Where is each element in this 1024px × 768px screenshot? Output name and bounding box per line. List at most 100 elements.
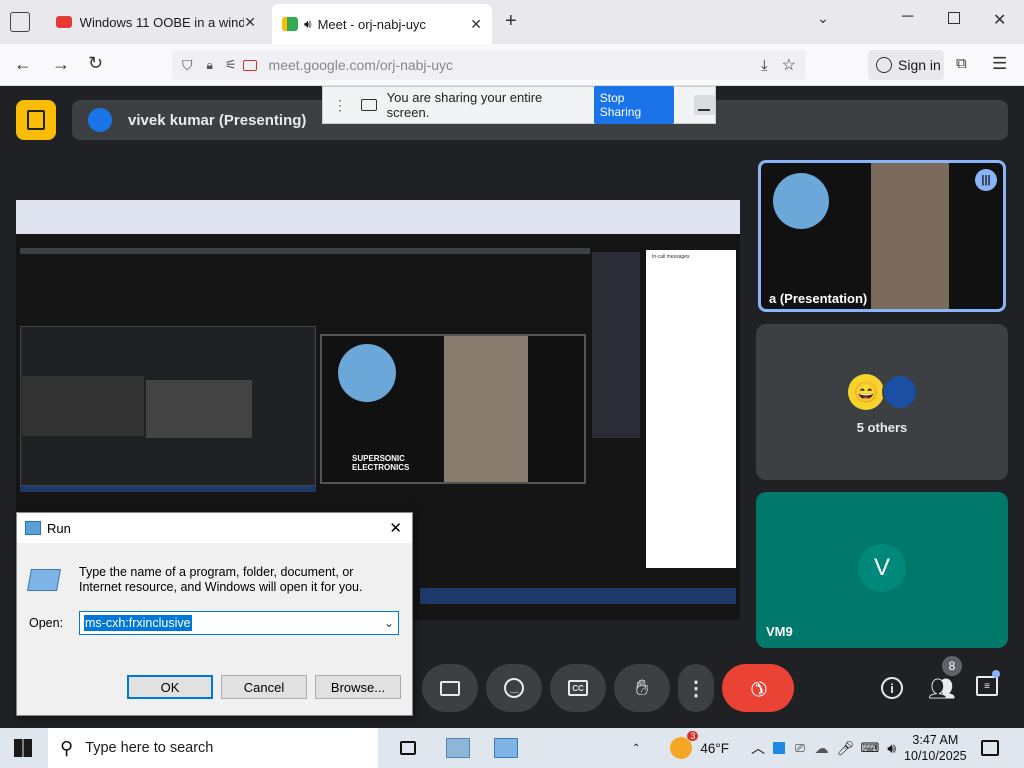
tab-meet[interactable]: 🔊︎ Meet - orj-nabj-uyc ✕ (272, 4, 492, 44)
stop-sharing-button[interactable]: Stop Sharing (593, 86, 674, 124)
avatar (338, 344, 396, 402)
taskbar-app-icon[interactable] (494, 738, 518, 758)
avatar (88, 108, 112, 132)
ok-label: OK (160, 679, 180, 695)
url-domain: meet.google.com (268, 57, 376, 73)
chevron-up-down-icon[interactable]: ⌃ (632, 743, 640, 754)
chevron-up-icon[interactable]: ︿ (751, 738, 765, 758)
maximize-icon[interactable] (948, 12, 960, 24)
people-icon[interactable]: 👥︎ (928, 676, 956, 702)
clock[interactable]: 3:47 AM 10/10/2025 (904, 732, 967, 764)
hide-banner-button[interactable] (693, 95, 715, 115)
share-banner: ⋮ You are sharing your entire screen. St… (322, 86, 716, 124)
close-icon[interactable]: ✕ (244, 14, 256, 31)
tile-others[interactable]: 😄 5 others (756, 324, 1008, 480)
browse-label: Browse... (330, 679, 386, 695)
drag-handle-icon[interactable]: ⋮ (333, 97, 347, 114)
weather-temp[interactable]: 46°F (700, 741, 729, 756)
captions-icon: CC (568, 680, 588, 696)
tab-overview-icon[interactable] (10, 12, 30, 32)
present-screen-icon (440, 680, 460, 696)
run-dialog: Run ✕ Type the name of a program, folder… (16, 512, 413, 716)
sign-in-label: Sign in (898, 57, 941, 73)
back-icon[interactable]: ← (14, 54, 32, 75)
browse-button[interactable]: Browse... (315, 675, 401, 699)
chevron-down-icon[interactable]: ⌄ (817, 10, 829, 27)
run-description: Type the name of a program, folder, docu… (79, 565, 363, 594)
url-field[interactable]: ⛉ 🔒︎ ⚟ meet.google.com/orj-nabj-uyc ⤓ ☆ (172, 50, 806, 80)
meet-now-icon[interactable]: ⎚ (795, 741, 805, 756)
reload-icon[interactable]: ↻ (88, 53, 103, 74)
run-title: Run (47, 520, 71, 536)
shared-video-thumb: SUPERSONIC ELECTRONICS (320, 334, 586, 484)
close-icon[interactable]: ✕ (389, 519, 402, 537)
meet-icon (282, 17, 298, 31)
close-icon[interactable]: ✕ (470, 16, 482, 33)
speaking-indicator-icon: ||| (975, 169, 997, 191)
more-vert-icon: ⋮ (686, 677, 706, 700)
raise-hand-button[interactable]: ✋︎ (614, 664, 670, 712)
taskbar-search[interactable]: ⚲ Type here to search (48, 728, 378, 768)
forward-icon[interactable]: → (52, 54, 70, 75)
cloud-icon[interactable]: ☁ (815, 740, 829, 757)
tile-vm9[interactable]: V VM9 (756, 492, 1008, 648)
save-page-icon[interactable]: ⤓ (761, 57, 768, 74)
emoji-avatar-icon: 😄 (848, 374, 884, 410)
account-icon (876, 57, 892, 73)
run-title-bar[interactable]: Run ✕ (17, 513, 412, 543)
meet-logo-icon (16, 100, 56, 140)
chevron-down-icon[interactable]: ⌄ (384, 616, 394, 630)
cancel-label: Cancel (243, 679, 285, 695)
avatar (882, 374, 918, 410)
tile-label: 5 others (856, 420, 908, 435)
permissions-icon[interactable]: ⚟ (225, 57, 237, 73)
tile-label: VM9 (766, 624, 793, 639)
microphone-icon[interactable]: 🎤︎ (837, 740, 855, 757)
cancel-button[interactable]: Cancel (221, 675, 307, 699)
volume-icon[interactable]: 🔊︎ (887, 740, 896, 757)
leave-call-button[interactable]: ✆ (722, 664, 794, 712)
open-input[interactable]: ms-cxh:frxinclusive (84, 615, 192, 631)
more-options-button[interactable]: ⋮ (678, 664, 714, 712)
shared-video-caption: SUPERSONIC ELECTRONICS (352, 454, 410, 472)
taskbar-app-icon[interactable] (446, 738, 470, 758)
weather-icon: 3 (670, 731, 699, 759)
chat-title: In-call messages (652, 254, 690, 260)
task-view-icon[interactable] (400, 741, 416, 755)
sign-in-button[interactable]: Sign in (868, 50, 944, 80)
captions-button[interactable]: CC (550, 664, 606, 712)
close-window-icon[interactable]: ✕ (993, 10, 1006, 30)
info-icon[interactable]: i (881, 677, 903, 699)
search-icon: ⚲ (60, 737, 74, 758)
avatar: V (858, 544, 906, 592)
chat-icon[interactable]: ≡ (976, 676, 998, 696)
end-call-icon: ✆ (743, 673, 772, 702)
bookmark-star-icon[interactable]: ☆ (782, 55, 796, 75)
network-icon[interactable]: ⌨ (860, 740, 879, 756)
tray-app-icon[interactable] (773, 742, 786, 754)
ok-button[interactable]: OK (127, 675, 213, 699)
open-combobox[interactable]: ms-cxh:frxinclusive ⌄ (79, 611, 399, 635)
tab-label: Meet - orj-nabj-uyc (317, 16, 426, 32)
taskbar: ⚲ Type here to search ⌃ 3 46°F ︿ ⎚ ☁ 🎤︎ … (0, 728, 1024, 768)
avatar (773, 173, 829, 229)
tab-label: Windows 11 OOBE in a window (79, 14, 245, 30)
reactions-button[interactable]: ‿ (486, 664, 542, 712)
lock-icon: 🔒︎ (206, 57, 213, 72)
clock-date: 10/10/2025 (904, 749, 967, 763)
tab-windows-oobe[interactable]: Windows 11 OOBE in a window ✕ (46, 6, 266, 38)
menu-icon[interactable]: ☰ (992, 54, 1007, 74)
navigation-bar: ← → ↻ ⛉ 🔒︎ ⚟ meet.google.com/orj-nabj-uy… (0, 44, 1024, 86)
tile-presentation[interactable]: ||| a (Presentation) (758, 160, 1006, 312)
new-tab-icon[interactable]: + (505, 10, 517, 33)
notifications-icon[interactable] (980, 740, 999, 756)
weather-badge: 3 (687, 731, 699, 741)
present-button[interactable] (422, 664, 478, 712)
windows-start-icon[interactable] (14, 739, 32, 757)
search-placeholder: Type here to search (85, 740, 214, 756)
open-label: Open: (29, 616, 64, 630)
minimize-icon[interactable]: ─ (902, 8, 913, 26)
clock-time: 3:47 AM (912, 733, 959, 747)
avatar-initial: V (873, 554, 890, 581)
extensions-icon[interactable]: ⧉ (956, 55, 967, 72)
